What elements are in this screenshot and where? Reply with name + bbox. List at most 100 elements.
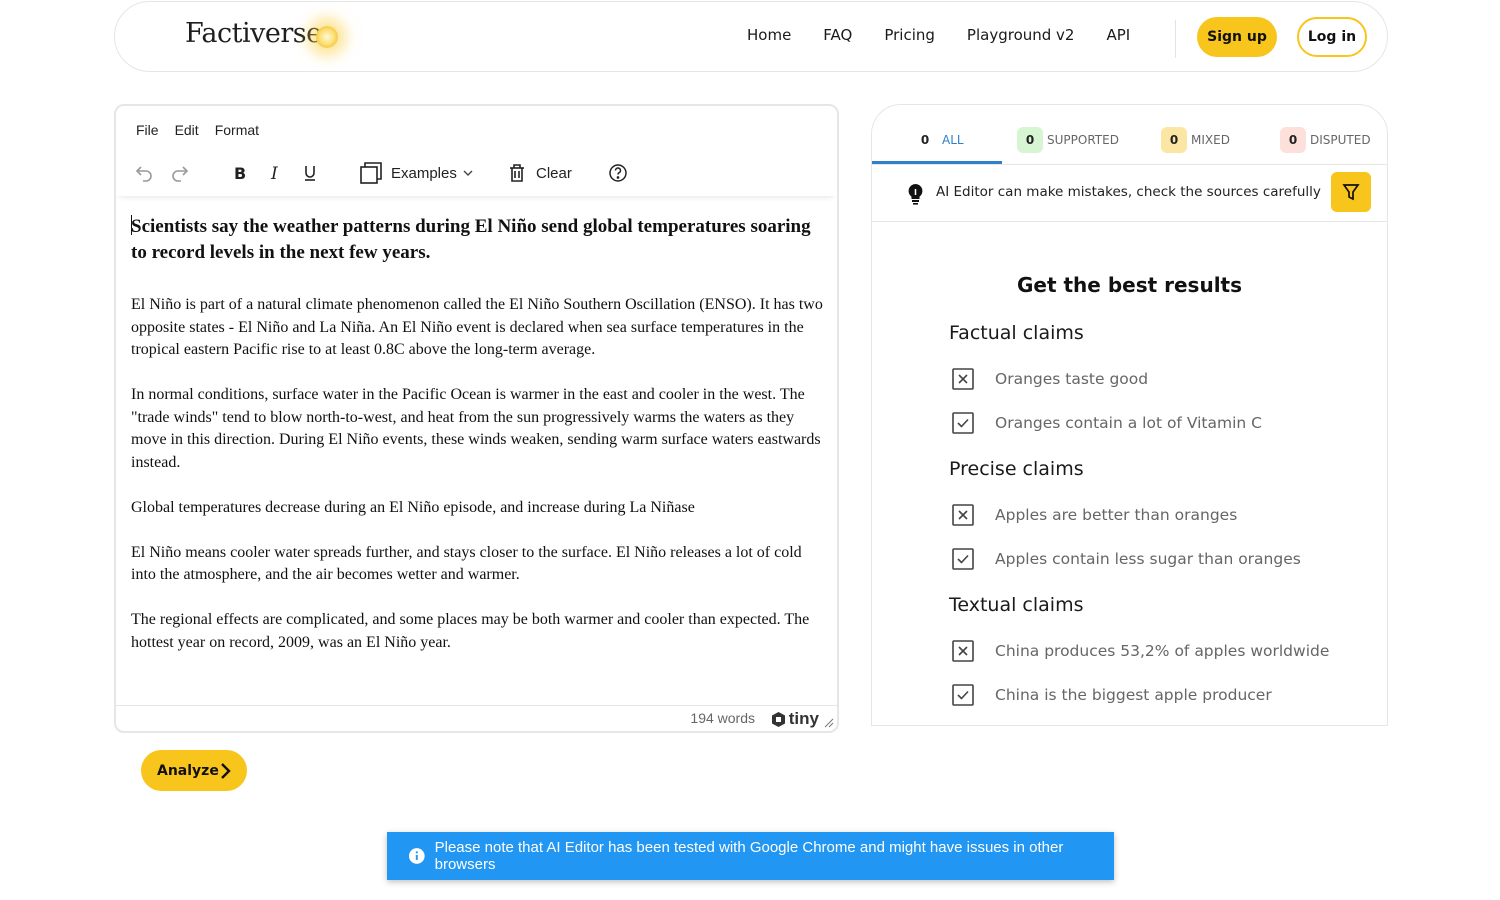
menu-file[interactable]: File bbox=[136, 122, 159, 138]
underline-button[interactable] bbox=[300, 158, 320, 188]
logo-text[interactable]: Factiverse bbox=[185, 18, 322, 49]
editor-toolbar: B I Examples Clear bbox=[116, 152, 837, 196]
info-icon bbox=[408, 848, 425, 864]
section-precise-title: Precise claims bbox=[949, 458, 1084, 480]
chevron-down-icon bbox=[463, 170, 473, 176]
paragraph-1: El Niño is part of a natural climate phe… bbox=[131, 296, 823, 358]
tab-supported-count: 0 bbox=[1017, 127, 1043, 153]
claim-item: Oranges taste good bbox=[951, 367, 1148, 391]
examples-dropdown[interactable]: Examples bbox=[359, 158, 475, 188]
word-count[interactable]: 194 words bbox=[690, 710, 755, 726]
tab-mixed-label: MIXED bbox=[1191, 133, 1230, 147]
paragraph-2: In normal conditions, surface water in t… bbox=[131, 386, 821, 471]
claim-text: Oranges taste good bbox=[995, 370, 1149, 388]
svg-text:I: I bbox=[270, 164, 278, 183]
underline-icon bbox=[305, 166, 315, 181]
paragraph-5: The regional effects are complicated, an… bbox=[131, 611, 810, 651]
template-icon bbox=[360, 162, 382, 184]
tab-disputed-count: 0 bbox=[1280, 127, 1306, 153]
toast-text: Please note that AI Editor has been test… bbox=[434, 839, 1064, 873]
tiny-label: tiny bbox=[788, 709, 819, 728]
examples-label: Examples bbox=[391, 164, 457, 182]
claim-text: China produces 53,2% of apples worldwide bbox=[995, 642, 1330, 660]
sun-logo-icon bbox=[316, 26, 338, 48]
editor-statusbar: 194 words tiny bbox=[116, 705, 837, 731]
check-box-icon bbox=[952, 412, 974, 434]
claim-item: Apples are better than oranges bbox=[951, 503, 1237, 527]
tab-mixed-count: 0 bbox=[1161, 127, 1187, 153]
article-title: Scientists say the weather patterns duri… bbox=[131, 215, 811, 263]
filter-icon bbox=[1342, 184, 1360, 201]
claim-text: Apples contain less sugar than oranges bbox=[995, 550, 1301, 568]
main-nav: Home FAQ Pricing Playground v2 API bbox=[747, 26, 1162, 44]
tab-disputed-label: DISPUTED bbox=[1310, 133, 1371, 147]
tab-supported[interactable]: 0 SUPPORTED bbox=[1017, 127, 1119, 153]
nav-home[interactable]: Home bbox=[747, 26, 791, 44]
tab-disputed[interactable]: 0 DISPUTED bbox=[1280, 127, 1371, 153]
tiny-logo-icon bbox=[771, 711, 785, 727]
filter-button[interactable] bbox=[1331, 172, 1371, 212]
ai-notice: AI Editor can make mistakes, check the s… bbox=[872, 165, 1387, 222]
bold-icon: B bbox=[234, 164, 246, 183]
notice-text: AI Editor can make mistakes, check the s… bbox=[936, 184, 1321, 200]
lightbulb-icon bbox=[908, 184, 923, 205]
clear-label: Clear bbox=[536, 164, 572, 182]
claim-text: China is the biggest apple producer bbox=[995, 686, 1272, 704]
undo-icon bbox=[135, 166, 152, 182]
claim-text: Oranges contain a lot of Vitamin C bbox=[995, 414, 1262, 432]
check-box-icon bbox=[952, 548, 974, 570]
italic-button[interactable]: I bbox=[266, 158, 286, 188]
claim-text: Apples are better than oranges bbox=[995, 506, 1238, 524]
resize-handle-icon[interactable] bbox=[824, 718, 834, 728]
x-box-icon bbox=[952, 368, 974, 390]
x-box-icon bbox=[952, 504, 974, 526]
sign-up-button[interactable]: Sign up bbox=[1197, 17, 1277, 57]
claims-panel: 0 ALL 0 SUPPORTED 0 MIXED 0 DISPUTED AI … bbox=[871, 104, 1388, 726]
paragraph-4: El Niño means cooler water spreads furth… bbox=[131, 543, 802, 584]
claim-item: China produces 53,2% of apples worldwide bbox=[951, 639, 1329, 663]
italic-icon: I bbox=[270, 164, 278, 183]
tab-mixed[interactable]: 0 MIXED bbox=[1161, 127, 1230, 153]
browser-notice-toast: Please note that AI Editor has been test… bbox=[387, 832, 1114, 880]
tab-all[interactable]: 0 ALL bbox=[912, 127, 964, 153]
paragraph-3: Global temperatures decrease during an E… bbox=[131, 498, 695, 516]
redo-icon bbox=[172, 166, 189, 182]
tab-all-label: ALL bbox=[942, 133, 964, 147]
text-editor: File Edit Format B I Examples Clear Scie… bbox=[114, 104, 839, 733]
tiny-brand[interactable]: tiny bbox=[770, 709, 819, 729]
clear-button[interactable]: Clear bbox=[508, 158, 572, 188]
claim-item: Oranges contain a lot of Vitamin C bbox=[951, 411, 1262, 435]
claim-item: Apples contain less sugar than oranges bbox=[951, 547, 1301, 571]
nav-divider bbox=[1175, 20, 1176, 58]
tab-all-count: 0 bbox=[912, 127, 938, 153]
active-tab-indicator bbox=[872, 161, 1002, 164]
help-icon bbox=[609, 164, 627, 182]
analyze-label: Analyze bbox=[157, 762, 219, 779]
trash-icon bbox=[510, 164, 524, 182]
editor-content[interactable]: Scientists say the weather patterns duri… bbox=[131, 214, 827, 677]
site-header: Factiverse Home FAQ Pricing Playground v… bbox=[114, 1, 1388, 72]
nav-playground[interactable]: Playground v2 bbox=[967, 26, 1075, 44]
x-box-icon bbox=[952, 640, 974, 662]
bold-button[interactable]: B bbox=[230, 158, 250, 188]
redo-button[interactable] bbox=[170, 158, 190, 188]
best-results-title: Get the best results bbox=[1016, 273, 1243, 297]
nav-faq[interactable]: FAQ bbox=[823, 26, 852, 44]
log-in-button[interactable]: Log in bbox=[1297, 17, 1367, 57]
analyze-button[interactable]: Analyze bbox=[141, 750, 247, 791]
editor-menubar: File Edit Format bbox=[136, 122, 275, 138]
undo-button[interactable] bbox=[134, 158, 154, 188]
claim-tabs: 0 ALL 0 SUPPORTED 0 MIXED 0 DISPUTED bbox=[872, 105, 1387, 165]
help-button[interactable] bbox=[608, 158, 628, 188]
claim-item: China is the biggest apple producer bbox=[951, 683, 1272, 707]
nav-pricing[interactable]: Pricing bbox=[884, 26, 935, 44]
chevron-right-icon bbox=[221, 763, 231, 779]
check-box-icon bbox=[952, 684, 974, 706]
svg-text:B: B bbox=[234, 164, 246, 183]
tab-supported-label: SUPPORTED bbox=[1047, 133, 1119, 147]
menu-format[interactable]: Format bbox=[215, 122, 259, 138]
section-textual-title: Textual claims bbox=[949, 594, 1084, 616]
nav-api[interactable]: API bbox=[1106, 26, 1130, 44]
menu-edit[interactable]: Edit bbox=[175, 122, 199, 138]
section-factual-title: Factual claims bbox=[949, 322, 1084, 344]
